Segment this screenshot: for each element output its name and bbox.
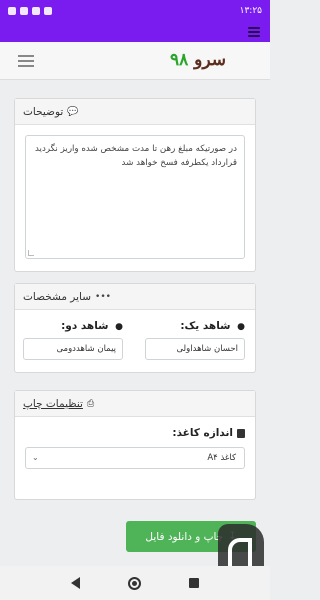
- wifi-icon: [32, 7, 40, 15]
- user-icon: ●: [115, 322, 123, 332]
- notes-textarea[interactable]: در صورتیکه مبلغ رهن تا مدت مشخص شده واری…: [25, 135, 245, 259]
- witness-two-label-row: ● شاهد دو:: [23, 320, 123, 332]
- notes-header: 💬 توضیحات: [15, 99, 255, 125]
- battery-icon: [8, 7, 16, 15]
- other-specs-title: سایر مشخصات: [23, 290, 92, 303]
- logo-text: سرو: [194, 50, 226, 70]
- print-download-label: چاپ و دانلود فایل: [145, 530, 224, 543]
- status-icons-left: [8, 7, 52, 15]
- witness-one-label: شاهد یک:: [180, 320, 231, 332]
- chevron-down-icon: ⌄: [32, 453, 39, 462]
- status-time-area: ۱۳:۲۵: [240, 6, 262, 16]
- app-logo[interactable]: سرو ۹۸: [170, 50, 226, 70]
- logo-number: ۹۸: [169, 50, 189, 70]
- witness-two-input[interactable]: پیمان شاهددومی: [23, 338, 123, 360]
- print-settings-card: ⎙ تنظیمات چاپ اندازه کاغذ: کاغذ A۴ ⌄: [14, 390, 256, 500]
- witness-one: ● شاهد یک: احسان شاهداولی: [145, 320, 245, 360]
- app-header: سرو ۹۸: [0, 42, 270, 80]
- paper-size-label: اندازه کاغذ:: [172, 427, 233, 439]
- printer-icon: ⎙: [86, 398, 95, 409]
- print-settings-header: ⎙ تنظیمات چاپ: [15, 391, 255, 417]
- user-icon: ●: [237, 322, 245, 332]
- notes-text: در صورتیکه مبلغ رهن تا مدت مشخص شده واری…: [34, 144, 237, 168]
- other-specs-header: ••• سایر مشخصات: [15, 284, 255, 310]
- status-bar: ۱۳:۲۵: [0, 0, 270, 22]
- witness-two: ● شاهد دو: پیمان شاهددومی: [23, 320, 123, 360]
- system-nav-bar: [0, 566, 270, 600]
- file-icon: [237, 428, 245, 438]
- notes-title: توضیحات: [23, 105, 64, 118]
- signal-icon: [20, 7, 28, 15]
- comment-icon: 💬: [67, 106, 79, 117]
- ellipsis-icon: •••: [95, 291, 111, 302]
- paper-size-select[interactable]: کاغذ A۴ ⌄: [25, 447, 245, 469]
- hamburger-icon[interactable]: [18, 55, 34, 67]
- home-icon[interactable]: [128, 576, 141, 590]
- top-menu-icon[interactable]: [248, 27, 260, 37]
- print-settings-title[interactable]: تنظیمات چاپ: [23, 398, 83, 410]
- notes-card: 💬 توضیحات در صورتیکه مبلغ رهن تا مدت مشخ…: [14, 98, 256, 272]
- recent-apps-icon[interactable]: [189, 578, 199, 588]
- other-specs-card: ••• سایر مشخصات ● شاهد یک: احسان شاهداول…: [14, 283, 256, 373]
- back-icon[interactable]: [71, 577, 80, 589]
- witness-one-label-row: ● شاهد یک:: [145, 320, 245, 332]
- status-time: ۱۳:۲۵: [239, 6, 262, 16]
- resize-grip-icon[interactable]: [28, 250, 34, 256]
- paper-size-label-row: اندازه کاغذ:: [172, 427, 245, 439]
- paper-size-value: کاغذ A۴: [207, 453, 236, 463]
- witness-one-input[interactable]: احسان شاهداولی: [145, 338, 245, 360]
- notification-icon: [44, 7, 52, 15]
- witness-two-label: شاهد دو:: [61, 320, 109, 332]
- top-bar: [0, 22, 270, 42]
